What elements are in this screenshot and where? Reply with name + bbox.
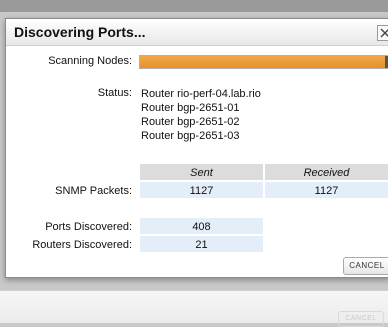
- snmp-received-value: 1127: [264, 181, 388, 199]
- dialog-titlebar: Discovering Ports...: [6, 19, 388, 46]
- discovering-ports-dialog: Discovering Ports... Scanning Nodes: Sta…: [5, 18, 388, 278]
- routers-discovered-value: 21: [139, 235, 264, 253]
- ports-discovered-value: 408: [139, 217, 264, 235]
- dialog-title: Discovering Ports...: [14, 24, 146, 40]
- background-strip: [0, 0, 388, 12]
- background-dialog: CANCEL: [0, 290, 388, 327]
- snmp-sent-value: 1127: [139, 181, 264, 199]
- snmp-packets-label: SNMP Packets:: [55, 185, 132, 197]
- background-cancel-button: CANCEL: [338, 311, 384, 327]
- close-icon: [380, 28, 388, 38]
- status-line: Router bgp-2651-01: [141, 102, 240, 114]
- cancel-button[interactable]: CANCEL: [343, 257, 388, 275]
- scanning-progress-bar: [139, 55, 388, 69]
- status-line: Router bgp-2651-03: [141, 130, 240, 142]
- status-list: Router rio-perf-04.lab.rio Router bgp-26…: [141, 87, 261, 143]
- progress-fill: [140, 56, 385, 68]
- status-line: Router rio-perf-04.lab.rio: [141, 88, 261, 100]
- close-button[interactable]: [377, 25, 388, 41]
- received-column-header: Received: [264, 163, 388, 181]
- scanning-nodes-label: Scanning Nodes:: [48, 55, 132, 67]
- status-line: Router bgp-2651-02: [141, 116, 240, 128]
- ports-discovered-label: Ports Discovered:: [45, 221, 132, 233]
- routers-discovered-label: Routers Discovered:: [32, 239, 132, 251]
- status-label: Status:: [97, 87, 132, 99]
- sent-column-header: Sent: [139, 163, 264, 181]
